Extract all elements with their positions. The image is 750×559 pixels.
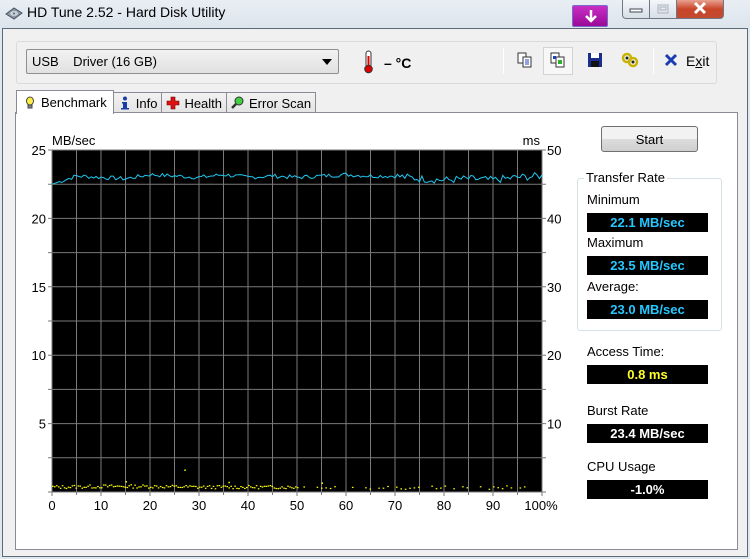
copy-screenshot-button[interactable] bbox=[543, 47, 573, 75]
hard-disk-icon bbox=[5, 5, 23, 21]
drive-select-value: USB Driver (16 GB) bbox=[32, 54, 157, 69]
toolbar-separator bbox=[503, 48, 504, 74]
maximize-button[interactable] bbox=[650, 0, 677, 19]
copy-screenshot-icon bbox=[550, 52, 566, 71]
drive-select[interactable]: USB Driver (16 GB) bbox=[26, 49, 339, 74]
close-icon bbox=[692, 1, 708, 18]
tab-label: Health bbox=[184, 95, 223, 111]
transfer-rate-title: Transfer Rate bbox=[584, 170, 667, 185]
minimize-button[interactable] bbox=[622, 0, 650, 19]
exit-button[interactable]: Exit bbox=[664, 50, 709, 72]
minimum-value: 22.1 MB/sec bbox=[587, 213, 708, 232]
thermometer-icon bbox=[362, 50, 376, 77]
burst-rate-label: Burst Rate bbox=[587, 403, 649, 418]
start-button[interactable]: Start bbox=[601, 126, 698, 152]
health-cross-icon bbox=[166, 96, 180, 110]
options-icon bbox=[621, 52, 639, 71]
cpu-usage-value: -1.0% bbox=[587, 480, 708, 499]
close-button[interactable] bbox=[677, 0, 724, 19]
tab-label: Info bbox=[135, 95, 158, 111]
minimum-label: Minimum bbox=[587, 192, 640, 207]
tab-label: Error Scan bbox=[249, 95, 312, 111]
download-arrow-icon[interactable] bbox=[572, 5, 608, 27]
exit-x-icon bbox=[664, 53, 678, 70]
floppy-disk-icon bbox=[587, 52, 603, 71]
access-time-label: Access Time: bbox=[587, 344, 665, 359]
chevron-down-icon bbox=[322, 59, 332, 65]
minimize-icon bbox=[629, 2, 643, 17]
save-button[interactable] bbox=[580, 47, 610, 75]
magnifier-icon bbox=[231, 96, 245, 110]
burst-rate-value: 23.4 MB/sec bbox=[587, 424, 708, 443]
exit-label: Exit bbox=[686, 53, 710, 69]
tab-label: Benchmark bbox=[41, 95, 107, 110]
tab-error-scan[interactable]: Error Scan bbox=[226, 92, 317, 113]
maximize-icon bbox=[657, 2, 669, 17]
access-time-value: 0.8 ms bbox=[587, 365, 708, 384]
title-bar: HD Tune 2.52 - Hard Disk Utility bbox=[0, 0, 750, 28]
tab-info[interactable]: Info bbox=[112, 92, 163, 113]
maximum-value: 23.5 MB/sec bbox=[587, 256, 708, 275]
tab-benchmark[interactable]: Benchmark bbox=[16, 90, 114, 114]
temperature-readout: – °C bbox=[384, 55, 412, 71]
toolbar-separator bbox=[653, 48, 654, 74]
tab-bar: Benchmark Info Health Error Scan bbox=[16, 90, 317, 114]
average-value: 23.0 MB/sec bbox=[587, 300, 708, 319]
tab-health[interactable]: Health bbox=[161, 92, 228, 113]
average-label: Average: bbox=[587, 279, 639, 294]
maximum-label: Maximum bbox=[587, 235, 644, 250]
lightbulb-icon bbox=[23, 96, 37, 110]
info-icon bbox=[118, 96, 132, 110]
cpu-usage-label: CPU Usage bbox=[587, 459, 656, 474]
copy-text-icon bbox=[517, 52, 533, 71]
window-title: HD Tune 2.52 - Hard Disk Utility bbox=[27, 4, 226, 20]
copy-text-button[interactable] bbox=[510, 47, 540, 75]
options-button[interactable] bbox=[615, 47, 645, 75]
